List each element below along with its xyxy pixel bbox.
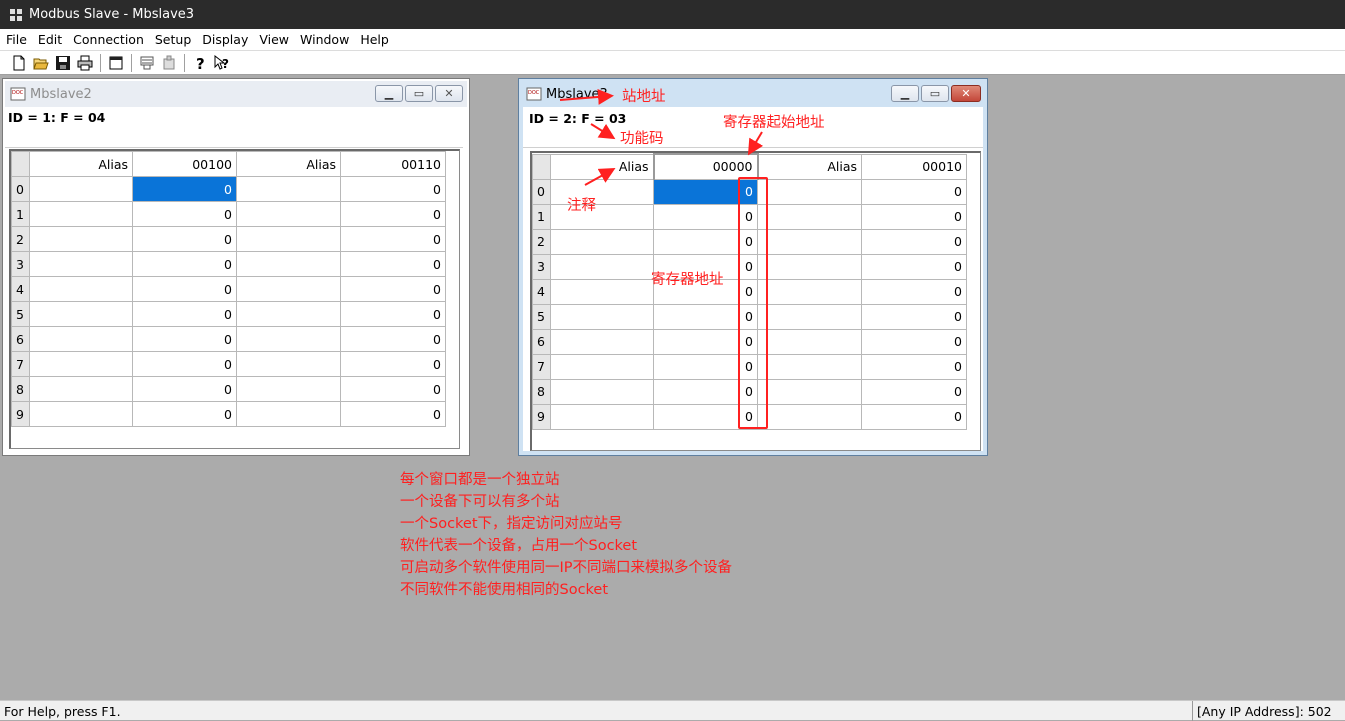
menu-connection[interactable]: Connection (69, 32, 149, 47)
document-icon: DOC (10, 87, 26, 101)
menu-view[interactable]: View (255, 32, 294, 47)
annotation-register-address: 寄存器地址 (651, 272, 724, 288)
note-line: 不同软件不能使用相同的Socket (400, 582, 609, 598)
menu-display[interactable]: Display (198, 32, 253, 47)
menu-file[interactable]: File (2, 32, 32, 47)
status-connection: [Any IP Address]: 502 (1192, 701, 1345, 721)
svg-text:?: ? (222, 57, 229, 71)
menu-window[interactable]: Window (296, 32, 354, 47)
menu-edit[interactable]: Edit (34, 32, 67, 47)
menu-setup[interactable]: Setup (151, 32, 196, 47)
mbslave3-title: Mbslave3 (546, 86, 608, 102)
document-icon: DOC (526, 87, 542, 101)
minimize-button[interactable]: ▁ (375, 85, 403, 102)
status-bar: For Help, press F1. [Any IP Address]: 50… (0, 700, 1345, 721)
toolbar-separator (184, 53, 185, 72)
annotation-notes: 每个窗口都是一个独立站 一个设备下可以有多个站 一个Socket下，指定访问对应… (400, 469, 732, 601)
app-title-bar: Modbus Slave - Mbslave3 (0, 0, 1345, 29)
toolbar-separator (131, 53, 132, 72)
new-icon[interactable] (8, 53, 30, 73)
disconnect-icon[interactable] (158, 53, 180, 73)
close-button[interactable]: ✕ (951, 85, 981, 102)
mbslave3-caption[interactable]: DOC Mbslave3 ▁ ▭ ✕ (521, 81, 985, 107)
menu-bar: File Edit Connection Setup Display View … (0, 29, 1345, 50)
mbslave2-title: Mbslave2 (30, 86, 92, 102)
note-line: 一个Socket下，指定访问对应站号 (400, 516, 623, 532)
svg-text:DOC: DOC (528, 90, 540, 96)
window-icon[interactable] (105, 53, 127, 73)
note-line: 可启动多个软件使用同一IP不同端口来模拟多个设备 (400, 560, 733, 576)
restore-button[interactable]: ▭ (405, 85, 433, 102)
mbslave3-info: ID = 2: F = 03 (529, 111, 627, 126)
annotation-station-address: 站地址 (622, 89, 666, 105)
note-line: 一个设备下可以有多个站 (400, 494, 560, 510)
open-icon[interactable] (30, 53, 52, 73)
mbslave2-caption[interactable]: DOC Mbslave2 ▁ ▭ ✕ (5, 81, 467, 107)
window-title: Modbus Slave - Mbslave3 (29, 7, 195, 22)
mbslave2-grid-frame (9, 149, 460, 449)
modbus-app-icon (9, 8, 23, 22)
toolbar: ? ? (0, 50, 1345, 75)
mbslave2-info: ID = 1: F = 04 (8, 110, 106, 125)
svg-text:?: ? (196, 55, 205, 71)
menu-help[interactable]: Help (356, 32, 394, 47)
svg-text:DOC: DOC (12, 90, 24, 96)
note-line: 软件代表一个设备，占用一个Socket (400, 538, 638, 554)
annotation-register-start-address: 寄存器起始地址 (723, 115, 825, 131)
annotation-comment: 注释 (567, 198, 596, 214)
print-icon[interactable] (74, 53, 96, 73)
restore-button[interactable]: ▭ (921, 85, 949, 102)
help-icon[interactable]: ? (189, 53, 211, 73)
note-line: 每个窗口都是一个独立站 (400, 472, 560, 488)
connect-icon[interactable] (136, 53, 158, 73)
toolbar-separator (100, 53, 101, 72)
save-icon[interactable] (52, 53, 74, 73)
status-help-text: For Help, press F1. (4, 704, 121, 719)
context-help-icon[interactable]: ? (211, 53, 233, 73)
mbslave2-window[interactable]: DOC Mbslave2 ▁ ▭ ✕ ID = 1: F = 04 Alias … (2, 78, 470, 456)
close-button[interactable]: ✕ (435, 85, 463, 102)
minimize-button[interactable]: ▁ (891, 85, 919, 102)
register-column-highlight (738, 177, 768, 429)
annotation-function-code: 功能码 (620, 131, 664, 147)
